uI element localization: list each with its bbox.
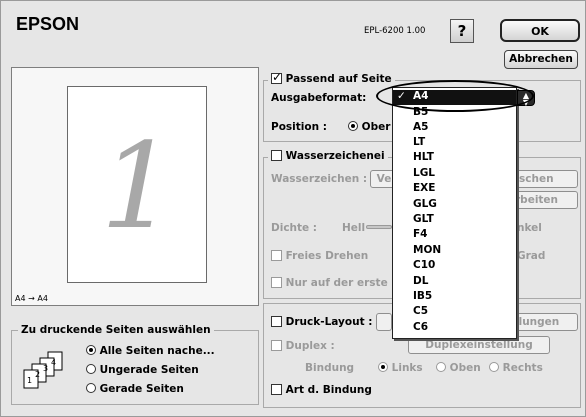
page-stack-icon: 1 2 3 4 xyxy=(22,350,78,392)
print-layout-label: Druck-Layout : xyxy=(285,316,373,328)
menu-item-lgl[interactable]: LGL xyxy=(413,167,435,179)
page-preview: 1 A4 → A4 xyxy=(11,67,259,306)
menu-item-dl[interactable]: DL xyxy=(413,275,428,287)
menu-item-glg[interactable]: GLG xyxy=(413,198,437,210)
binding-option-label: Oben xyxy=(449,362,481,374)
checkbox[interactable] xyxy=(271,277,282,288)
menu-item-mon[interactable]: MON xyxy=(413,244,441,256)
first-page-only-label: Nur auf der erste xyxy=(285,277,388,289)
preview-page: 1 xyxy=(67,86,207,283)
free-rotate-checkbox[interactable]: Freies Drehen xyxy=(271,250,368,262)
delete-watermark-button[interactable]: schen xyxy=(512,170,578,188)
menu-item-c5[interactable]: C5 xyxy=(413,305,428,317)
density-light-label: Hell xyxy=(342,222,366,234)
menu-item-c6[interactable]: C6 xyxy=(413,321,428,333)
density-label: Dichte : xyxy=(271,222,318,234)
radio-label: Alle Seiten nache... xyxy=(99,345,215,357)
help-button[interactable]: ? xyxy=(450,19,474,43)
watermark-checkbox[interactable]: Wasserzeichenei xyxy=(268,150,388,162)
menu-item-exe[interactable]: EXE xyxy=(413,182,435,194)
epson-logo: EPSON xyxy=(16,14,80,34)
menu-item-lt[interactable]: LT xyxy=(413,136,425,148)
output-format-menu[interactable]: ✓ A4 B5 A5 LT HLT LGL EXE GLG GLT F4 MON… xyxy=(392,87,517,339)
radio-button[interactable] xyxy=(86,383,96,393)
checkbox[interactable] xyxy=(271,150,282,161)
radio-button[interactable] xyxy=(348,121,358,131)
checkbox[interactable] xyxy=(271,70,282,84)
page-stack-number: 1 xyxy=(27,376,33,385)
menu-item-c10[interactable]: C10 xyxy=(413,259,435,271)
menu-item-ib5[interactable]: IB5 xyxy=(413,290,432,302)
print-layout-checkbox[interactable]: Druck-Layout : xyxy=(271,316,372,328)
position-label: Position : xyxy=(271,121,327,133)
binding-radio-top[interactable]: Oben xyxy=(436,362,481,374)
checkbox[interactable] xyxy=(271,340,282,351)
checkbox[interactable] xyxy=(271,316,282,327)
cancel-button[interactable]: Abbrechen xyxy=(504,50,578,69)
binding-option-label: Links xyxy=(391,362,423,374)
layout-select[interactable] xyxy=(376,313,392,331)
fit-to-page-label: Passend auf Seite xyxy=(285,73,392,85)
radio-button[interactable] xyxy=(489,362,499,372)
radio-button[interactable] xyxy=(86,364,96,374)
binding-type-checkbox[interactable]: Art d. Bindung xyxy=(271,384,372,396)
radio-button[interactable] xyxy=(86,345,96,355)
page-stack-number: 4 xyxy=(51,358,57,367)
menu-item-f4[interactable]: F4 xyxy=(413,228,427,240)
page-stack-number: 2 xyxy=(35,370,41,379)
page-stack-number: 3 xyxy=(43,364,49,373)
paper-mapping-label: A4 → A4 xyxy=(15,294,48,303)
density-dark-label: nkel xyxy=(517,222,542,234)
watermark-label: Wasserzeichenei xyxy=(285,150,385,162)
highlight-ellipse xyxy=(376,80,534,112)
radio-label: Gerade Seiten xyxy=(99,383,184,395)
edit-watermark-button[interactable]: rbeiten xyxy=(512,191,578,209)
first-page-only-checkbox[interactable]: Nur auf der erste xyxy=(271,277,388,289)
radio-label: Ungerade Seiten xyxy=(99,364,199,376)
watermark-field-label: Wasserzeichen : xyxy=(271,173,368,185)
radio-all-pages[interactable]: Alle Seiten nache... xyxy=(86,345,215,357)
menu-item-glt[interactable]: GLT xyxy=(413,213,434,225)
radio-button[interactable] xyxy=(436,362,446,372)
radio-odd-pages[interactable]: Ungerade Seiten xyxy=(86,364,199,376)
printer-model-version: EPL-6200 1.00 xyxy=(364,26,426,36)
ok-button[interactable]: OK xyxy=(500,19,580,42)
layout-settings-button[interactable]: llungen xyxy=(512,313,578,331)
binding-option-label: Rechts xyxy=(502,362,543,374)
binding-label: Bindung xyxy=(305,362,355,374)
checkbox[interactable] xyxy=(271,250,282,261)
checkbox[interactable] xyxy=(271,384,282,395)
duplex-checkbox[interactable]: Duplex : xyxy=(271,340,335,352)
binding-radio-left[interactable]: Links xyxy=(378,362,423,374)
fit-to-page-checkbox[interactable]: Passend auf Seite xyxy=(268,70,395,85)
menu-item-hlt[interactable]: HLT xyxy=(413,151,434,163)
binding-radio-right[interactable]: Rechts xyxy=(489,362,543,374)
position-option-label: Ober xyxy=(361,121,391,133)
radio-button[interactable] xyxy=(378,362,388,372)
menu-item-a5[interactable]: A5 xyxy=(413,121,428,133)
radio-even-pages[interactable]: Gerade Seiten xyxy=(86,383,184,395)
degree-label: Grad xyxy=(517,250,546,262)
output-format-label: Ausgabeformat: xyxy=(271,92,367,104)
pages-group-title: Zu druckende Seiten auswählen xyxy=(18,324,214,336)
free-rotate-label: Freies Drehen xyxy=(285,250,369,262)
density-slider[interactable] xyxy=(366,225,392,229)
position-radio-top[interactable]: Ober xyxy=(348,121,390,133)
duplex-label: Duplex : xyxy=(285,340,335,352)
binding-type-label: Art d. Bindung xyxy=(285,384,372,396)
preview-page-number: 1 xyxy=(100,117,176,255)
